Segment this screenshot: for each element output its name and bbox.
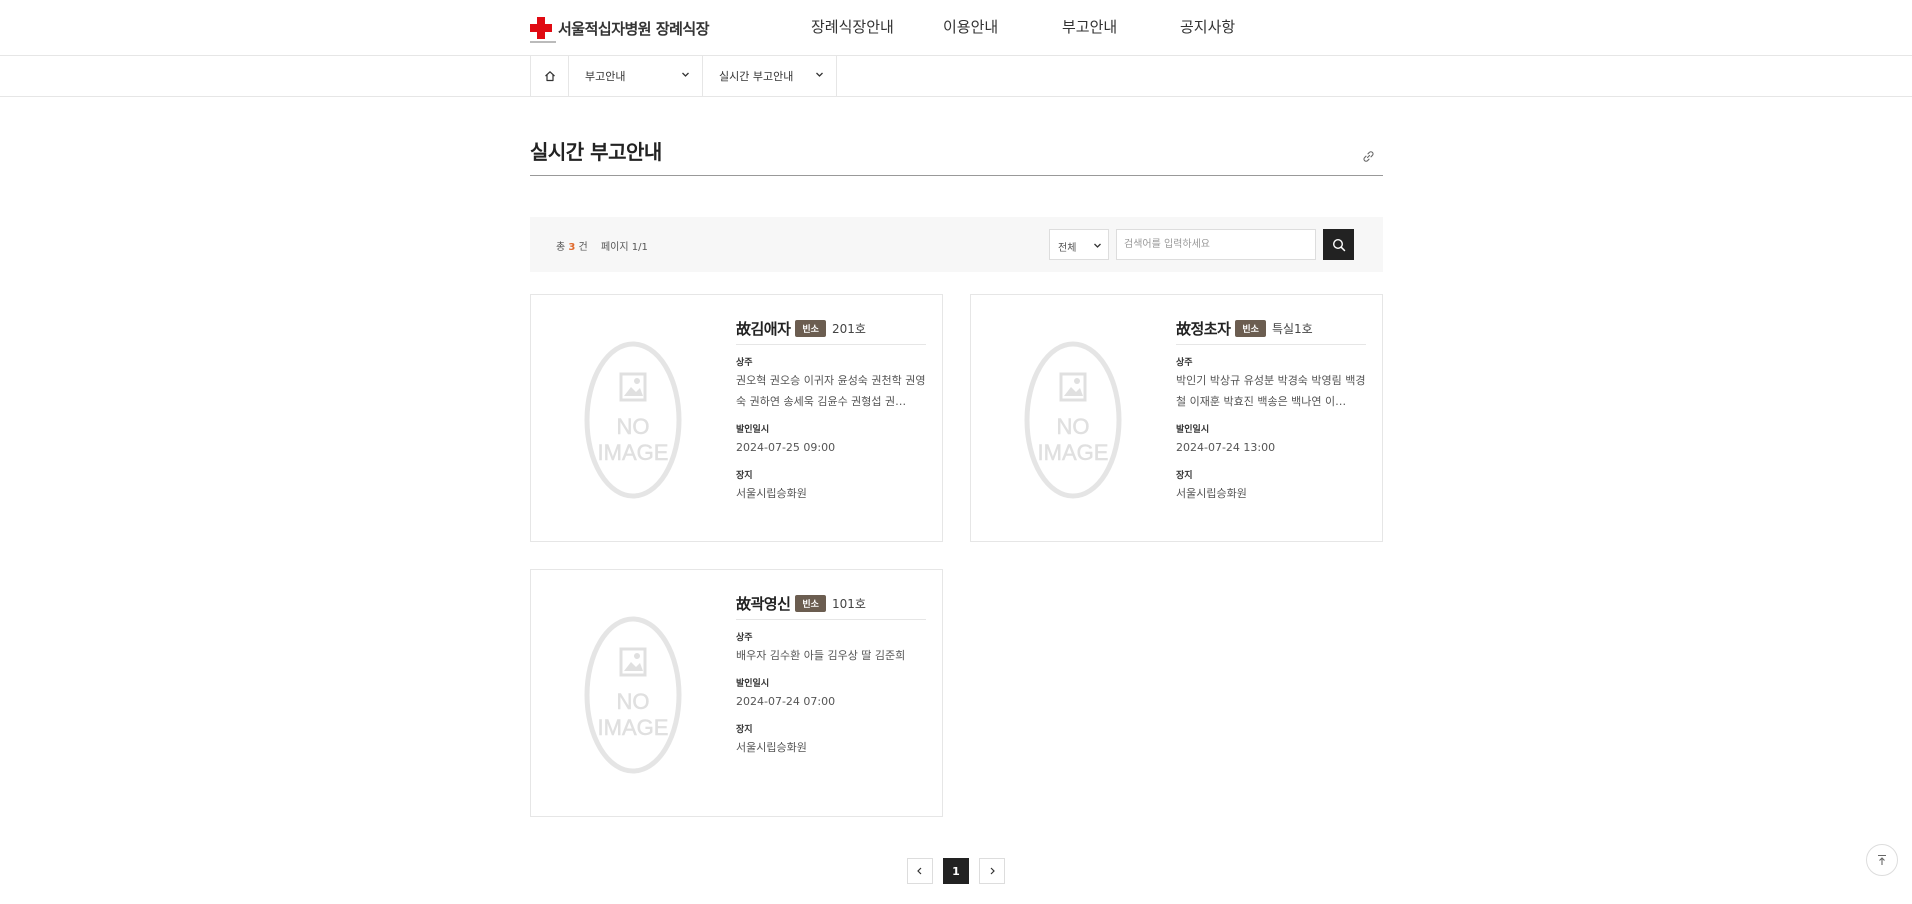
chevron-right-icon xyxy=(990,867,995,875)
no-image-placeholder: NO IMAGE xyxy=(584,341,682,499)
room-badge: 빈소 xyxy=(795,320,826,337)
mourners-value: 박인기 박상규 유성분 박경숙 박영림 백경철 이재훈 박효진 백송은 백나연 … xyxy=(1176,374,1366,408)
departure-value: 2024-07-24 13:00 xyxy=(1176,441,1276,454)
nav-item-obituary[interactable]: 부고안내 xyxy=(1062,16,1117,37)
mourners-label: 상주 xyxy=(736,633,753,643)
mourners-value: 배우자 김수환 아들 김우상 딸 김준희 xyxy=(736,649,906,662)
card-info: 故곽영신 빈소 101호 상주 배우자 김수환 아들 김우상 딸 김준희 발인일… xyxy=(736,590,926,758)
page-number-button[interactable]: 1 xyxy=(943,858,969,884)
svg-text:IMAGE: IMAGE xyxy=(598,715,669,740)
room-number: 201호 xyxy=(831,322,866,336)
svg-text:IMAGE: IMAGE xyxy=(598,440,669,465)
svg-text:NO: NO xyxy=(617,414,650,439)
burial-place-value: 서울시립승화원 xyxy=(1176,487,1247,500)
obituary-card[interactable]: NO IMAGE 故정초자 빈소 특실1호 상주 박인기 박상규 유성분 박경숙… xyxy=(970,294,1383,542)
svg-text:NO: NO xyxy=(1057,414,1090,439)
search-bar: 총 3 건 페이지 1/1 전체 xyxy=(530,217,1383,272)
room-number: 특실1호 xyxy=(1271,322,1313,336)
breadcrumb-dropdown-obituary[interactable]: 부고안내 xyxy=(569,56,703,96)
nav-item-usage-guide[interactable]: 이용안내 xyxy=(943,16,998,37)
result-count: 총 3 건 페이지 1/1 xyxy=(556,242,648,253)
departure-value: 2024-07-24 07:00 xyxy=(736,695,836,708)
departure-label: 발인일시 xyxy=(1176,425,1210,435)
title-divider xyxy=(530,175,1383,176)
home-icon xyxy=(544,71,555,82)
obituary-card[interactable]: NO IMAGE 故김애자 빈소 201호 상주 권오혁 권오승 이귀자 윤성숙… xyxy=(530,294,943,542)
card-info: 故정초자 빈소 특실1호 상주 박인기 박상규 유성분 박경숙 박영림 백경철 … xyxy=(1176,315,1366,504)
arrow-up-icon xyxy=(1878,854,1886,865)
home-button[interactable] xyxy=(530,56,569,96)
site-logo[interactable]: 서울적십자병원 장례식장 xyxy=(530,14,710,43)
result-count-number: 3 xyxy=(568,242,576,253)
search-button[interactable] xyxy=(1323,229,1354,260)
burial-place-value: 서울시립승화원 xyxy=(736,741,807,754)
page-title: 실시간 부고안내 xyxy=(530,140,662,164)
scroll-to-top-button[interactable] xyxy=(1866,844,1898,876)
room-number: 101호 xyxy=(831,597,866,611)
search-category-select[interactable]: 전체 xyxy=(1049,229,1109,260)
burial-place-label: 장지 xyxy=(1176,471,1193,481)
no-image-placeholder: NO IMAGE xyxy=(1024,341,1122,499)
breadcrumb: 부고안내 실시간 부고안내 xyxy=(0,56,1912,97)
mourners-label: 상주 xyxy=(1176,358,1193,368)
burial-place-label: 장지 xyxy=(736,471,753,481)
breadcrumb-dropdown-label: 실시간 부고안내 xyxy=(719,70,794,83)
page-info: 페이지 1/1 xyxy=(600,242,648,253)
breadcrumb-dropdown-label: 부고안내 xyxy=(585,70,626,83)
departure-label: 발인일시 xyxy=(736,425,770,435)
svg-text:IMAGE: IMAGE xyxy=(1038,440,1109,465)
copy-link-button[interactable] xyxy=(1362,148,1375,167)
mourners-label: 상주 xyxy=(736,358,753,368)
nav-item-notices[interactable]: 공지사항 xyxy=(1180,16,1235,37)
mourners-value: 권오혁 권오승 이귀자 윤성숙 권천학 권영숙 권하연 송세욱 김윤수 권형섭 … xyxy=(736,374,926,408)
logo-text: 서울적십자병원 장례식장 xyxy=(558,19,710,38)
red-cross-icon xyxy=(530,17,556,43)
svg-text:NO: NO xyxy=(617,689,650,714)
deceased-name: 故정초자 xyxy=(1176,320,1231,338)
search-input[interactable] xyxy=(1116,229,1316,260)
nav-item-funeral-info[interactable]: 장례식장안내 xyxy=(811,16,894,37)
no-image-placeholder: NO IMAGE xyxy=(584,616,682,774)
chevron-down-icon xyxy=(1094,243,1101,248)
link-icon xyxy=(1363,151,1374,162)
deceased-name: 故김애자 xyxy=(736,320,791,338)
chevron-down-icon xyxy=(682,72,689,77)
search-icon xyxy=(1332,238,1345,251)
departure-label: 발인일시 xyxy=(736,679,770,689)
breadcrumb-dropdown-realtime[interactable]: 실시간 부고안내 xyxy=(703,56,837,96)
room-badge: 빈소 xyxy=(1235,320,1266,337)
next-page-button[interactable] xyxy=(979,858,1005,884)
card-info: 故김애자 빈소 201호 상주 권오혁 권오승 이귀자 윤성숙 권천학 권영숙 … xyxy=(736,315,926,504)
burial-place-label: 장지 xyxy=(736,725,753,735)
obituary-card[interactable]: NO IMAGE 故곽영신 빈소 101호 상주 배우자 김수환 아들 김우상 … xyxy=(530,569,943,817)
burial-place-value: 서울시립승화원 xyxy=(736,487,807,500)
site-header: 서울적십자병원 장례식장 장례식장안내 이용안내 부고안내 공지사항 xyxy=(0,0,1912,56)
departure-value: 2024-07-25 09:00 xyxy=(736,441,836,454)
room-badge: 빈소 xyxy=(795,595,826,612)
deceased-name: 故곽영신 xyxy=(736,595,791,613)
prev-page-button[interactable] xyxy=(907,858,933,884)
chevron-left-icon xyxy=(917,867,922,875)
chevron-down-icon xyxy=(816,72,823,77)
